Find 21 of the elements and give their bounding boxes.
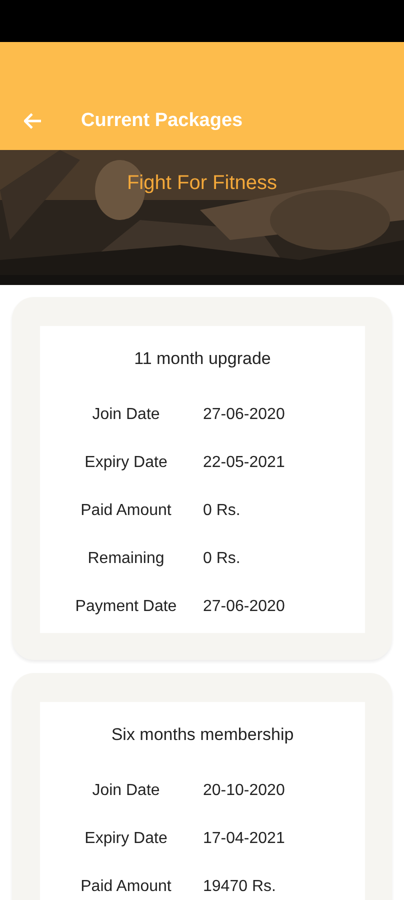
detail-value: 27-06-2020 <box>203 405 286 425</box>
detail-label: Payment Date <box>74 597 178 617</box>
detail-label: Join Date <box>91 781 161 801</box>
detail-label: Paid Amount <box>80 877 172 897</box>
detail-label: Expiry Date <box>84 453 168 473</box>
detail-value: 17-04-2021 <box>203 829 286 849</box>
detail-value: 27-06-2020 <box>203 597 286 617</box>
banner-title: Fight For Fitness <box>126 172 278 195</box>
detail-value: 22-05-2021 <box>203 453 286 473</box>
screen-title: Current Packages <box>81 110 243 132</box>
detail-label: Paid Amount <box>80 501 172 521</box>
package-name: Six months membership <box>110 724 295 746</box>
detail-value: 20-10-2020 <box>203 781 286 801</box>
detail-label: Remaining <box>86 549 166 569</box>
detail-value: 0 Rs. <box>203 501 242 521</box>
back-arrow-icon <box>24 113 42 129</box>
detail-label: Expiry Date <box>84 829 168 849</box>
detail-value: 0 Rs. <box>203 549 242 569</box>
package-name: 11 month upgrade <box>133 348 272 370</box>
detail-label: Join Date <box>91 405 161 425</box>
detail-value: 19470 Rs. <box>203 877 277 897</box>
